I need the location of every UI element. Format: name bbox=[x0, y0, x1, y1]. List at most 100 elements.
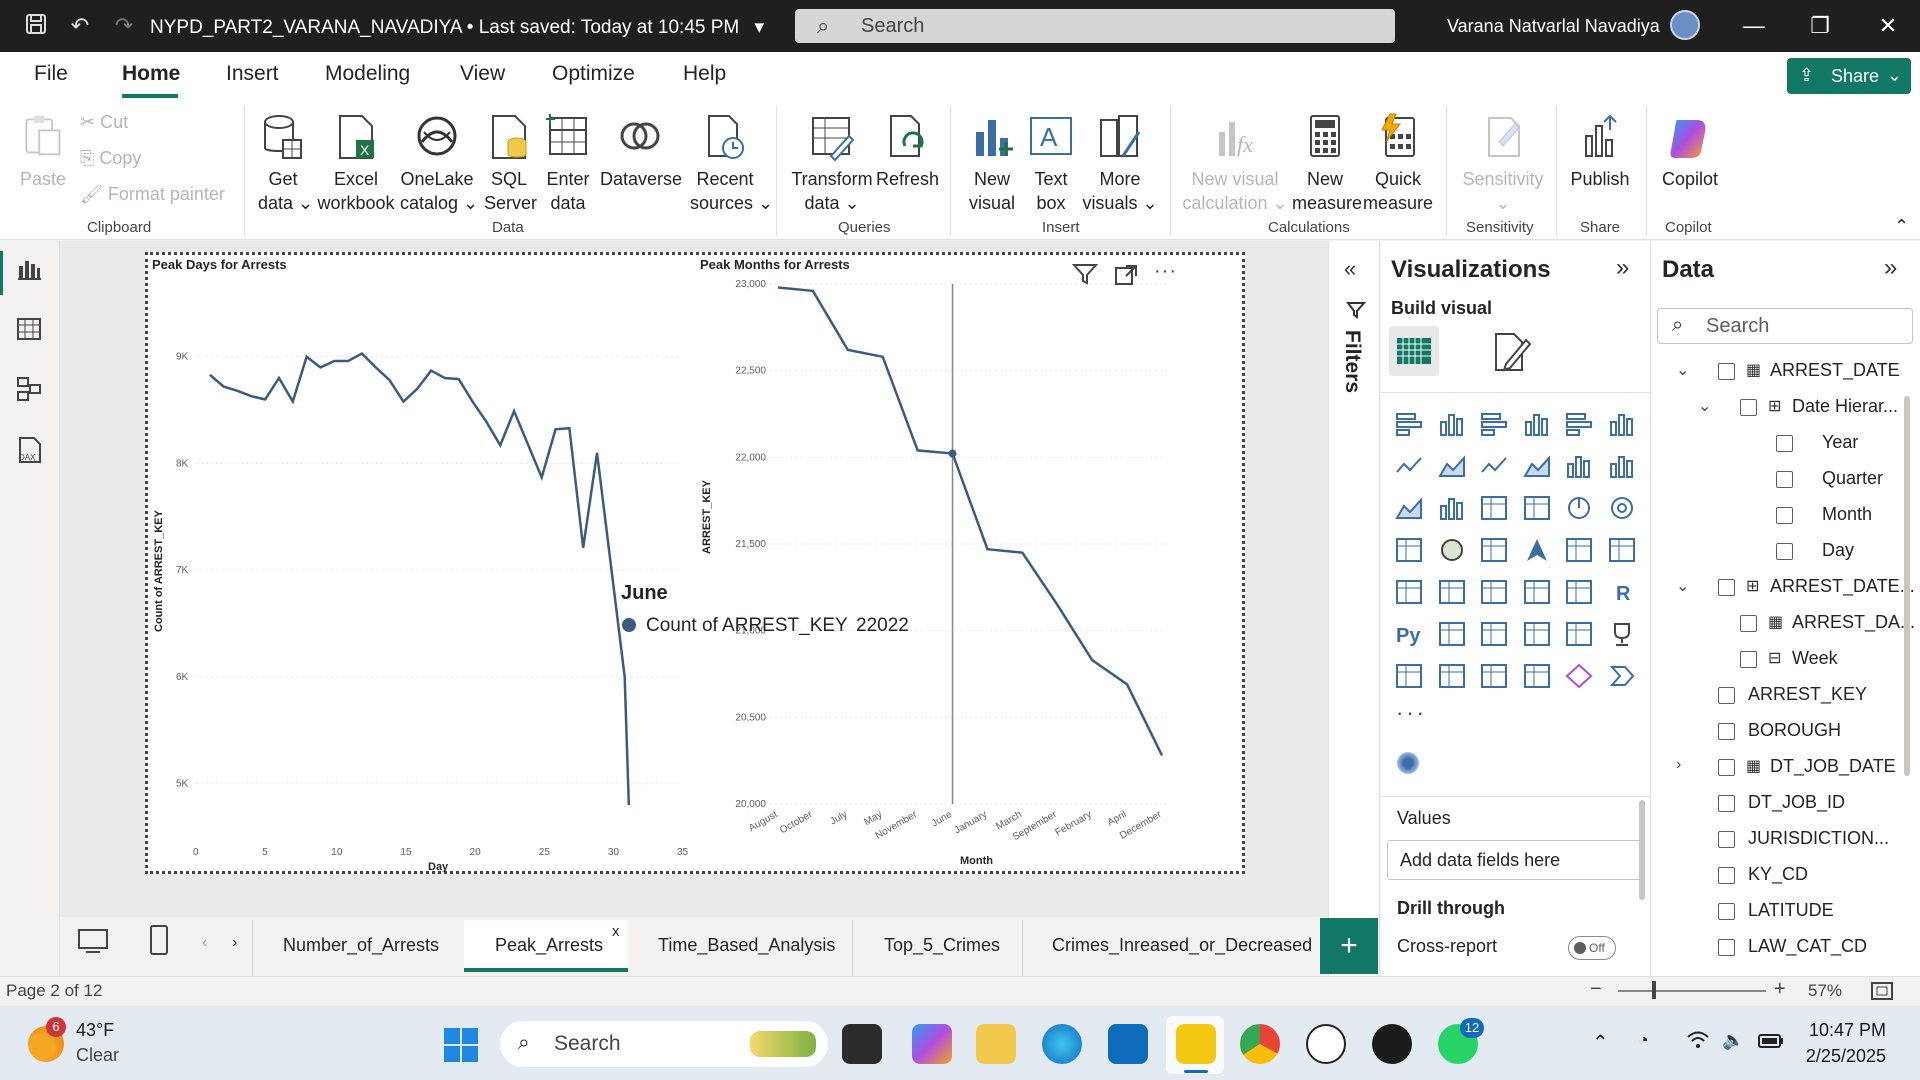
onelake-catalog-button[interactable]: OneLake catalog ⌄ bbox=[400, 112, 478, 215]
zoom-slider-thumb[interactable] bbox=[1652, 981, 1656, 999]
report-view-icon[interactable] bbox=[16, 256, 44, 284]
visual-type-doc-icon[interactable] bbox=[1564, 620, 1594, 648]
field-item[interactable]: Year bbox=[1686, 432, 1900, 462]
scrollbar[interactable] bbox=[1904, 396, 1910, 776]
field-checkbox[interactable] bbox=[1740, 615, 1757, 632]
focus-mode-icon[interactable] bbox=[1114, 264, 1138, 291]
model-view-icon[interactable] bbox=[16, 376, 44, 404]
visual-type-card-icon[interactable] bbox=[1607, 536, 1637, 564]
visual-type-col-icon[interactable] bbox=[1564, 452, 1594, 480]
field-item[interactable]: KY_CD bbox=[1686, 864, 1900, 894]
visual-type-bar-icon[interactable] bbox=[1394, 410, 1424, 438]
network-status-icon[interactable]: ◔ bbox=[1638, 1030, 1649, 1051]
chevron-down-icon[interactable]: ⌄ bbox=[1676, 576, 1689, 596]
visual-type-area-icon[interactable] bbox=[1522, 452, 1552, 480]
visual-type-map-icon[interactable] bbox=[1479, 536, 1509, 564]
field-checkbox[interactable] bbox=[1776, 507, 1793, 524]
clock-time[interactable]: 10:47 PM bbox=[1776, 1020, 1886, 1041]
weather-temperature[interactable]: 43°F bbox=[76, 1020, 114, 1041]
transform-data-button[interactable]: Transform data ⌄ bbox=[790, 112, 874, 215]
visual-type-globe-icon[interactable] bbox=[1437, 536, 1467, 564]
visual-type-bar-icon[interactable] bbox=[1479, 410, 1509, 438]
field-checkbox[interactable] bbox=[1776, 435, 1793, 452]
field-item[interactable]: Quarter bbox=[1686, 468, 1900, 498]
field-checkbox[interactable] bbox=[1718, 363, 1735, 380]
windows-start-icon[interactable] bbox=[442, 1026, 480, 1069]
power-bi-icon[interactable] bbox=[1176, 1024, 1216, 1064]
new-visual-button[interactable]: New visual bbox=[966, 112, 1018, 215]
peak-days-line-chart[interactable]: 5K 6K 7K 8K 9K 0 5 10 15 20 25 30 35 Day Count of ARRE… bbox=[148, 272, 696, 872]
field-item[interactable]: ⌄ ⊞ Date Hierar... bbox=[1686, 396, 1900, 426]
visual-type-col-icon[interactable] bbox=[1437, 494, 1467, 522]
field-checkbox[interactable] bbox=[1776, 543, 1793, 560]
desktop-layout-icon[interactable] bbox=[76, 926, 110, 961]
edge-icon[interactable] bbox=[1042, 1024, 1082, 1064]
visual-type-decomp-icon[interactable] bbox=[1479, 620, 1509, 648]
tab-modeling[interactable]: Modeling bbox=[325, 62, 410, 86]
get-data-button[interactable]: Get data ⌄ bbox=[258, 112, 313, 215]
collapse-pane-icon[interactable]: » bbox=[1616, 254, 1629, 282]
minimize-button[interactable]: — bbox=[1734, 12, 1774, 40]
more-options-icon[interactable]: ··· bbox=[1154, 260, 1177, 283]
visual-type-slicer-icon[interactable] bbox=[1479, 578, 1509, 606]
visual-type-power-icon[interactable] bbox=[1479, 662, 1509, 690]
data-search-input[interactable]: ⌕ Search bbox=[1657, 308, 1913, 344]
dataverse-button[interactable]: Dataverse bbox=[600, 112, 682, 191]
sql-server-button[interactable]: SQL Server bbox=[484, 112, 537, 215]
field-checkbox[interactable] bbox=[1718, 579, 1735, 596]
ai-visual-icon[interactable] bbox=[1397, 752, 1419, 774]
build-visual-tab[interactable] bbox=[1389, 326, 1439, 376]
visual-type-report-icon[interactable] bbox=[1394, 662, 1424, 690]
tab-help[interactable]: Help bbox=[683, 62, 726, 86]
visual-type-trophy-icon[interactable] bbox=[1607, 620, 1637, 648]
page-tab-top-5-crimes[interactable]: Top_5_Crimes bbox=[884, 935, 1000, 956]
field-item[interactable]: ⊟ Week bbox=[1686, 648, 1900, 678]
field-checkbox[interactable] bbox=[1718, 759, 1735, 776]
recent-sources-button[interactable]: Recent sources ⌄ bbox=[690, 112, 773, 215]
visual-type-kpi-icon[interactable] bbox=[1437, 578, 1467, 606]
field-checkbox[interactable] bbox=[1718, 831, 1735, 848]
field-checkbox[interactable] bbox=[1776, 471, 1793, 488]
filters-label[interactable]: Filters bbox=[1340, 330, 1364, 393]
field-checkbox[interactable] bbox=[1718, 795, 1735, 812]
visual-type-tree-icon[interactable] bbox=[1394, 536, 1424, 564]
undo-icon[interactable]: ↶ bbox=[66, 12, 94, 40]
clock-date[interactable]: 2/25/2025 bbox=[1776, 1046, 1886, 1067]
values-drop-zone[interactable]: Add data fields here bbox=[1387, 840, 1641, 880]
visual-type-chevron-icon[interactable] bbox=[1607, 662, 1637, 690]
avatar[interactable] bbox=[1670, 10, 1700, 40]
excel-workbook-button[interactable]: X Excel workbook bbox=[314, 112, 398, 215]
visual-type-bar-icon[interactable] bbox=[1564, 410, 1594, 438]
visual-type-arrow-icon[interactable] bbox=[1522, 536, 1552, 564]
search-input[interactable]: ⌕ Search bbox=[795, 9, 1395, 43]
publish-button[interactable]: Publish bbox=[1564, 112, 1636, 191]
volume-icon[interactable]: 🔈 bbox=[1722, 1030, 1744, 1051]
filter-icon[interactable] bbox=[1071, 262, 1099, 292]
weather-description[interactable]: Clear bbox=[76, 1045, 119, 1066]
copilot-app-icon[interactable] bbox=[912, 1024, 952, 1064]
cross-report-toggle[interactable]: Off bbox=[1568, 936, 1616, 960]
tab-optimize[interactable]: Optimize bbox=[552, 62, 635, 86]
field-item[interactable]: Month bbox=[1686, 504, 1900, 534]
tab-home[interactable]: Home bbox=[122, 62, 180, 86]
visual-type-table-icon[interactable] bbox=[1522, 578, 1552, 606]
field-item[interactable]: LAW_CAT_CD bbox=[1686, 936, 1900, 966]
field-checkbox[interactable] bbox=[1718, 867, 1735, 884]
field-checkbox[interactable] bbox=[1718, 903, 1735, 920]
field-checkbox[interactable] bbox=[1740, 399, 1757, 416]
tab-insert[interactable]: Insert bbox=[226, 62, 279, 86]
field-checkbox[interactable] bbox=[1740, 651, 1757, 668]
fit-to-page-icon[interactable] bbox=[1870, 981, 1894, 1006]
table-view-icon[interactable] bbox=[16, 316, 44, 344]
visual-type-area-icon[interactable] bbox=[1437, 452, 1467, 480]
game-app-icon[interactable] bbox=[1372, 1024, 1412, 1064]
taskbar-search[interactable]: ⌕ Search bbox=[500, 1021, 828, 1067]
visual-type-key-icon[interactable] bbox=[1437, 620, 1467, 648]
field-item[interactable]: ⌄ ▦ ARREST_DATE bbox=[1676, 360, 1900, 390]
close-icon[interactable]: x bbox=[612, 923, 620, 940]
restore-button[interactable]: ❐ bbox=[1800, 12, 1840, 40]
visual-type-col-icon[interactable] bbox=[1607, 452, 1637, 480]
scroll-right-icon[interactable]: › bbox=[232, 934, 237, 952]
refresh-button[interactable]: Refresh bbox=[876, 112, 939, 191]
field-item[interactable]: DT_JOB_ID bbox=[1686, 792, 1900, 822]
